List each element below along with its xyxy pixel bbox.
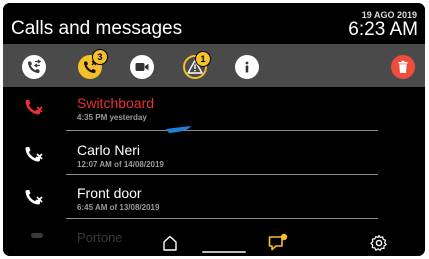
call-time: 12:07 AM of 14/08/2019 bbox=[77, 160, 164, 169]
list-item[interactable]: Carlo Neri 12:07 AM of 14/08/2019 bbox=[3, 134, 425, 174]
home-icon bbox=[163, 235, 177, 251]
info-icon bbox=[245, 61, 249, 73]
divider bbox=[66, 130, 378, 131]
info-button[interactable] bbox=[235, 55, 259, 79]
call-time: 4:35 PM yesterday bbox=[77, 113, 147, 122]
divider bbox=[66, 218, 378, 219]
missed-calls-badge: 3 bbox=[92, 49, 108, 65]
caller-name: Front door bbox=[77, 185, 142, 201]
device-screen: Calls and messages 19 AGO 2019 6:23 AM 3 bbox=[3, 3, 425, 256]
scroll-indicator[interactable] bbox=[165, 125, 193, 135]
caller-name: Portone bbox=[77, 230, 123, 245]
divider bbox=[66, 174, 378, 175]
call-history-icon bbox=[28, 59, 42, 73]
missed-call-icon bbox=[25, 100, 43, 115]
header: Calls and messages 19 AGO 2019 6:23 AM bbox=[3, 3, 425, 41]
page-title: Calls and messages bbox=[11, 18, 183, 39]
list-item[interactable]: Switchboard 4:35 PM yesterday bbox=[3, 87, 425, 127]
delete-button[interactable] bbox=[391, 55, 415, 79]
missed-call-icon bbox=[25, 190, 43, 205]
call-time: 6:45 AM of 13/08/2019 bbox=[77, 203, 160, 212]
alarms-badge: 1 bbox=[195, 51, 211, 67]
home-button[interactable] bbox=[159, 232, 181, 254]
caller-name: Carlo Neri bbox=[77, 142, 141, 158]
messages-button[interactable] bbox=[267, 232, 289, 254]
home-indicator bbox=[202, 251, 246, 253]
settings-button[interactable] bbox=[368, 232, 390, 254]
settings-icon bbox=[370, 234, 387, 251]
video-messages-button[interactable] bbox=[130, 55, 154, 79]
messages-icon bbox=[268, 233, 288, 251]
missed-call-icon bbox=[25, 147, 43, 162]
missed-calls-button[interactable]: 3 bbox=[78, 49, 108, 79]
bottom-navigation: Portone bbox=[3, 227, 425, 256]
missed-call-icon bbox=[31, 233, 43, 238]
trash-icon bbox=[398, 60, 408, 73]
video-icon bbox=[135, 63, 149, 71]
list-item[interactable]: Front door 6:45 AM of 13/08/2019 bbox=[3, 177, 425, 217]
call-history-button[interactable] bbox=[22, 55, 46, 79]
alarms-button[interactable]: 1 bbox=[183, 51, 211, 79]
caller-name: Switchboard bbox=[77, 95, 155, 111]
call-list[interactable]: Switchboard 4:35 PM yesterday Carlo Neri… bbox=[3, 87, 425, 227]
filter-toolbar: 3 1 bbox=[3, 44, 425, 87]
clock-time: 6:23 AM bbox=[348, 19, 418, 40]
